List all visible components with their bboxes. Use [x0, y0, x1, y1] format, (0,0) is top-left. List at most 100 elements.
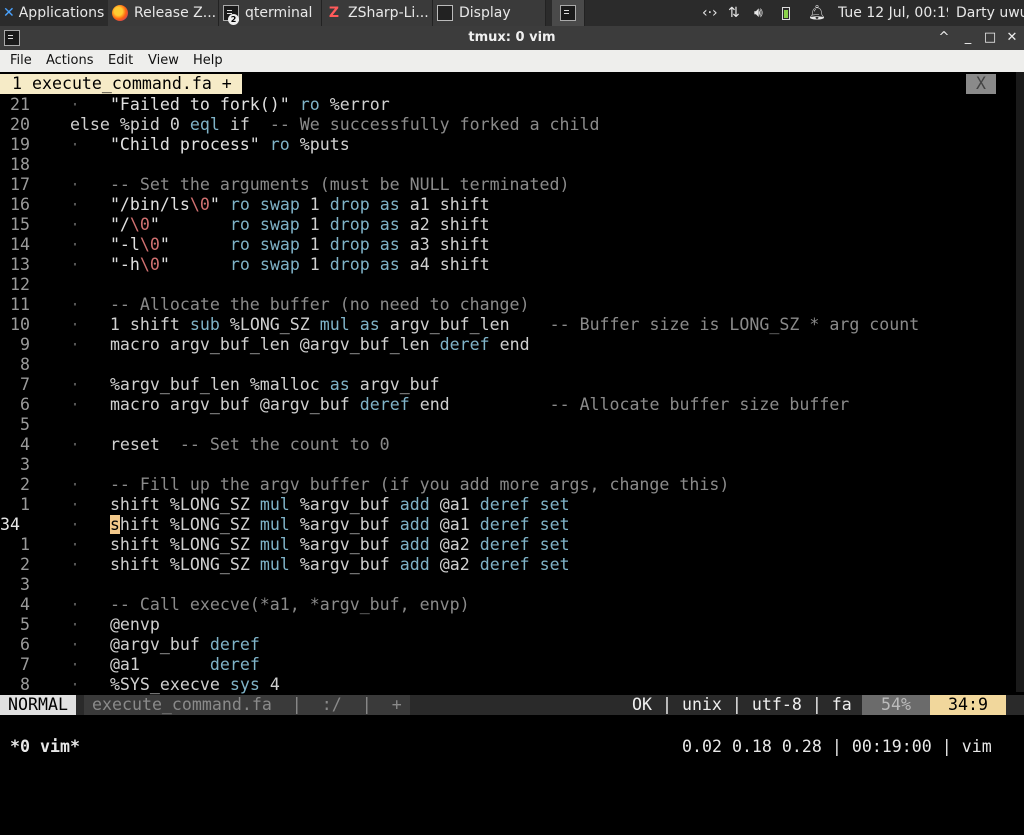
code-line: 20 else %pid 0 eql if -- We successfully… — [0, 115, 600, 135]
minimize-button[interactable]: _ — [958, 28, 978, 48]
window-count-badge: 2 — [228, 14, 239, 25]
line-text: · macro argv_buf @argv_buf deref end -- … — [69, 395, 850, 414]
close-button[interactable]: ✕ — [1002, 28, 1022, 48]
window-title: tmux: 0 vim — [468, 30, 556, 45]
terminal-icon — [560, 5, 576, 21]
menu-file[interactable]: File — [10, 53, 32, 68]
code-line: 5 · @envp — [0, 615, 160, 635]
code-line: 2 · shift %LONG_SZ mul %argv_buf add @a2… — [0, 555, 570, 575]
code-line: 21 · "Failed to fork()" ro %error — [0, 95, 390, 115]
line-number: 4 — [0, 595, 30, 614]
window-titlebar[interactable]: tmux: 0 vim ^ _ □ ✕ — [0, 26, 1024, 50]
code-line: 7 · %argv_buf_len %malloc as argv_buf — [0, 375, 440, 395]
code-line-current: 34 · shift %LONG_SZ mul %argv_buf add @a… — [0, 515, 570, 535]
menu-view[interactable]: View — [148, 53, 179, 68]
terminal-scrollbar[interactable] — [1016, 72, 1024, 692]
line-text: · "/\0" ro swap 1 drop as a2 shift — [69, 215, 490, 234]
display-icon — [437, 5, 453, 21]
line-number: 8 — [0, 355, 30, 374]
line-text: · "/bin/ls\0" ro swap 1 drop as a1 shift — [69, 195, 490, 214]
top-panel: ✕ Applications Release Z... qterminal 2 … — [0, 0, 1024, 26]
line-number: 7 — [0, 655, 30, 674]
clock[interactable]: Tue 12 Jul, 00:19 — [838, 0, 948, 26]
line-number: 16 — [0, 195, 30, 214]
line-text: · @envp — [69, 615, 160, 634]
line-number: 21 — [0, 95, 30, 114]
line-text: · @argv_buf deref — [69, 635, 260, 654]
menu-help[interactable]: Help — [193, 53, 223, 68]
applications-menu[interactable]: ✕ Applications — [0, 0, 106, 26]
vim-mode: NORMAL — [0, 695, 76, 715]
code-line: 4 · -- Call execve(*a1, *argv_buf, envp) — [0, 595, 470, 615]
code-line: 11 · -- Allocate the buffer (no need to … — [0, 295, 530, 315]
line-text: · 1 shift sub %LONG_SZ mul as argv_buf_l… — [69, 315, 920, 334]
code-line: 16 · "/bin/ls\0" ro swap 1 drop as a1 sh… — [0, 195, 490, 215]
terminal-area[interactable]: 1 execute_command.fa + X 21 · "Failed to… — [0, 72, 1024, 768]
line-text: · -- Allocate the buffer (no need to cha… — [69, 295, 530, 314]
line-text: · shift %LONG_SZ mul %argv_buf add @a2 d… — [69, 555, 570, 574]
code-line: 14 · "-l\0" ro swap 1 drop as a3 shift — [0, 235, 490, 255]
code-line: 8 — [0, 355, 30, 375]
line-text: · "Child process" ro %puts — [69, 135, 350, 154]
xfce-icon: ✕ — [3, 5, 15, 21]
taskbar-item-zsharp[interactable]: Z ZSharp-Li... — [322, 0, 433, 26]
code-line: 5 — [0, 415, 30, 435]
code-line: 1 · shift %LONG_SZ mul %argv_buf add @a2… — [0, 535, 570, 555]
tmux-statusbar: *0 vim* 0.02 0.18 0.28 | 00:19:00 | vim — [0, 735, 1024, 768]
task-label: Display — [459, 5, 511, 21]
line-text: · @a1 deref — [69, 655, 260, 674]
code-line: 19 · "Child process" ro %puts — [0, 135, 350, 155]
line-text: · %argv_buf_len %malloc as argv_buf — [69, 375, 440, 394]
maximize-button[interactable]: □ — [980, 28, 1000, 48]
shade-button[interactable]: ^ — [934, 28, 954, 48]
line-number: 3 — [0, 455, 30, 474]
line-text: else %pid 0 eql if -- We successfully fo… — [69, 115, 600, 134]
line-text: · "-l\0" ro swap 1 drop as a3 shift — [69, 235, 490, 254]
line-text: · shift %LONG_SZ mul %argv_buf add @a1 d… — [69, 495, 570, 514]
line-text: · -- Fill up the argv buffer (if you add… — [69, 475, 730, 494]
menu-actions[interactable]: Actions — [46, 53, 94, 68]
code-line: 6 · macro argv_buf @argv_buf deref end -… — [0, 395, 849, 415]
line-number: 11 — [0, 295, 30, 314]
line-number: 9 — [0, 335, 30, 354]
tmux-status-right: 0.02 0.18 0.28 | 00:19:00 | vim — [682, 737, 992, 756]
line-number: 19 — [0, 135, 30, 154]
code-line: 9 · macro argv_buf_len @argv_buf_len der… — [0, 335, 530, 355]
line-number: 8 — [0, 675, 30, 694]
notification-bell-icon[interactable]: 🔔︎ — [808, 0, 826, 26]
line-text: · %SYS_execve sys 4 — [69, 675, 280, 694]
code-line: 13 · "-h\0" ro swap 1 drop as a4 shift — [0, 255, 490, 275]
code-line: 17 · -- Set the arguments (must be NULL … — [0, 175, 570, 195]
menubar: File Actions Edit View Help — [0, 50, 1024, 72]
line-text: · shift %LONG_SZ mul %argv_buf add @a1 d… — [69, 515, 570, 534]
transfer-icon[interactable]: ⇅ — [728, 0, 748, 26]
menu-edit[interactable]: Edit — [108, 53, 133, 68]
line-number: 3 — [0, 575, 30, 594]
taskbar-item-firefox[interactable]: Release Z... — [108, 0, 219, 26]
vim-status-percent: 54% — [862, 695, 930, 715]
code-line: 15 · "/\0" ro swap 1 drop as a2 shift — [0, 215, 490, 235]
line-number: 15 — [0, 215, 30, 234]
vim-tabline: 1 execute_command.fa + X — [0, 74, 1024, 94]
line-number: 4 — [0, 435, 30, 454]
taskbar-item-terminal-active[interactable] — [552, 0, 585, 26]
line-text: · macro argv_buf_len @argv_buf_len deref… — [69, 335, 530, 354]
code-line: 3 — [0, 575, 30, 595]
volume-icon[interactable]: 🔊︎ — [754, 0, 774, 26]
vim-tab-active[interactable]: 1 execute_command.fa + — [0, 74, 242, 94]
battery-icon[interactable] — [782, 0, 798, 26]
taskbar-item-display[interactable]: Display — [433, 0, 546, 26]
vim-tab-close[interactable]: X — [966, 74, 996, 94]
line-number: 17 — [0, 175, 30, 194]
line-number: 6 — [0, 395, 30, 414]
tmux-window-list[interactable]: *0 vim* — [10, 737, 80, 757]
code-line: 1 · shift %LONG_SZ mul %argv_buf add @a1… — [0, 495, 570, 515]
line-number: 2 — [0, 555, 30, 574]
applications-label: Applications — [18, 5, 105, 21]
network-arrows-icon[interactable]: ‹·› — [702, 0, 724, 26]
task-label: ZSharp-Li... — [348, 5, 429, 21]
user-menu[interactable]: Darty uwu — [956, 0, 1024, 26]
code-line: 3 — [0, 455, 30, 475]
line-text: · -- Call execve(*a1, *argv_buf, envp) — [69, 595, 470, 614]
line-number: 7 — [0, 375, 30, 394]
